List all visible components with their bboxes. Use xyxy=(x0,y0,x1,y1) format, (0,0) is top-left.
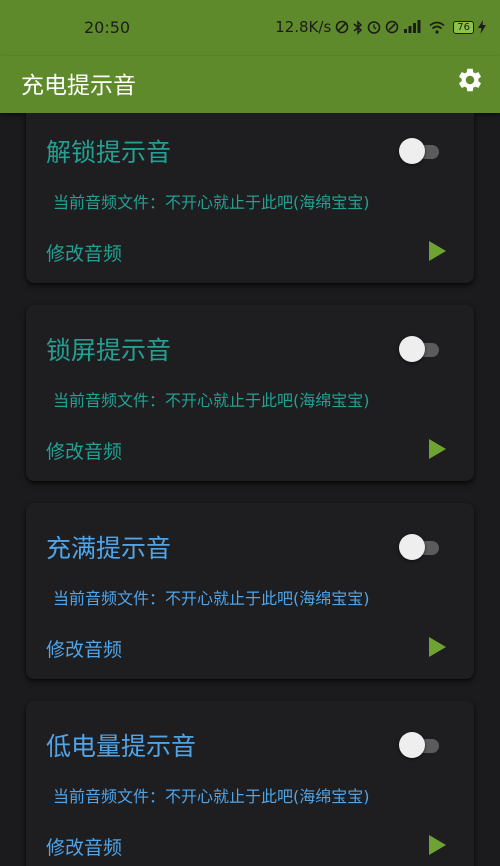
page-title: 充电提示音 xyxy=(21,73,136,99)
settings-list: 解锁提示音 当前音频文件：不开心就止于此吧(海绵宝宝) 修改音频 锁屏提示音 当… xyxy=(0,113,500,866)
toggle-thumb xyxy=(399,138,425,164)
card-unlock-sound: 解锁提示音 当前音频文件：不开心就止于此吧(海绵宝宝) 修改音频 xyxy=(26,113,474,283)
current-file-text: 当前音频文件：不开心就止于此吧(海绵宝宝) xyxy=(53,391,370,410)
current-file-text: 当前音频文件：不开心就止于此吧(海绵宝宝) xyxy=(53,589,370,608)
modify-audio-button[interactable]: 修改音频 xyxy=(46,239,122,266)
toggle-thumb xyxy=(399,336,425,362)
play-icon xyxy=(429,241,446,261)
play-button[interactable] xyxy=(426,436,448,462)
lock-sound-toggle[interactable] xyxy=(399,336,439,362)
charging-icon xyxy=(478,20,486,34)
card-lock-sound: 锁屏提示音 当前音频文件：不开心就止于此吧(海绵宝宝) 修改音频 xyxy=(26,305,474,481)
modify-audio-button[interactable]: 修改音频 xyxy=(46,635,122,662)
card-title: 解锁提示音 xyxy=(46,138,172,167)
alarm-icon xyxy=(367,20,381,34)
low-battery-sound-toggle[interactable] xyxy=(399,732,439,758)
vpn-blocked-icon xyxy=(335,20,349,34)
status-icons: 12.8K/s 76 xyxy=(275,18,486,36)
gear-icon xyxy=(459,68,481,92)
play-icon xyxy=(429,439,446,459)
full-charge-sound-toggle[interactable] xyxy=(399,534,439,560)
bluetooth-icon xyxy=(353,19,363,35)
current-file-text: 当前音频文件：不开心就止于此吧(海绵宝宝) xyxy=(53,787,370,806)
modify-audio-button[interactable]: 修改音频 xyxy=(46,833,122,860)
wifi-icon xyxy=(429,21,445,34)
play-button[interactable] xyxy=(426,238,448,264)
unlock-sound-toggle[interactable] xyxy=(399,138,439,164)
card-low-battery-sound: 低电量提示音 当前音频文件：不开心就止于此吧(海绵宝宝) 修改音频 xyxy=(26,701,474,866)
status-time: 20:50 xyxy=(84,18,131,37)
network-speed: 12.8K/s xyxy=(275,18,332,36)
signal-icon xyxy=(403,20,425,34)
data-saver-icon xyxy=(385,20,399,34)
play-icon xyxy=(429,637,446,657)
modify-audio-button[interactable]: 修改音频 xyxy=(46,437,122,464)
battery-indicator: 76 xyxy=(453,20,474,34)
play-icon xyxy=(429,835,446,855)
toggle-thumb xyxy=(399,732,425,758)
play-button[interactable] xyxy=(426,832,448,858)
card-title: 低电量提示音 xyxy=(46,732,197,761)
app-bar: 充电提示音 xyxy=(0,56,500,113)
card-full-charge-sound: 充满提示音 当前音频文件：不开心就止于此吧(海绵宝宝) 修改音频 xyxy=(26,503,474,679)
settings-button[interactable] xyxy=(456,66,484,94)
play-button[interactable] xyxy=(426,634,448,660)
card-title: 充满提示音 xyxy=(46,534,172,563)
status-bar: 20:50 12.8K/s 76 xyxy=(0,0,500,56)
toggle-thumb xyxy=(399,534,425,560)
card-title: 锁屏提示音 xyxy=(46,336,172,365)
current-file-text: 当前音频文件：不开心就止于此吧(海绵宝宝) xyxy=(53,193,370,212)
